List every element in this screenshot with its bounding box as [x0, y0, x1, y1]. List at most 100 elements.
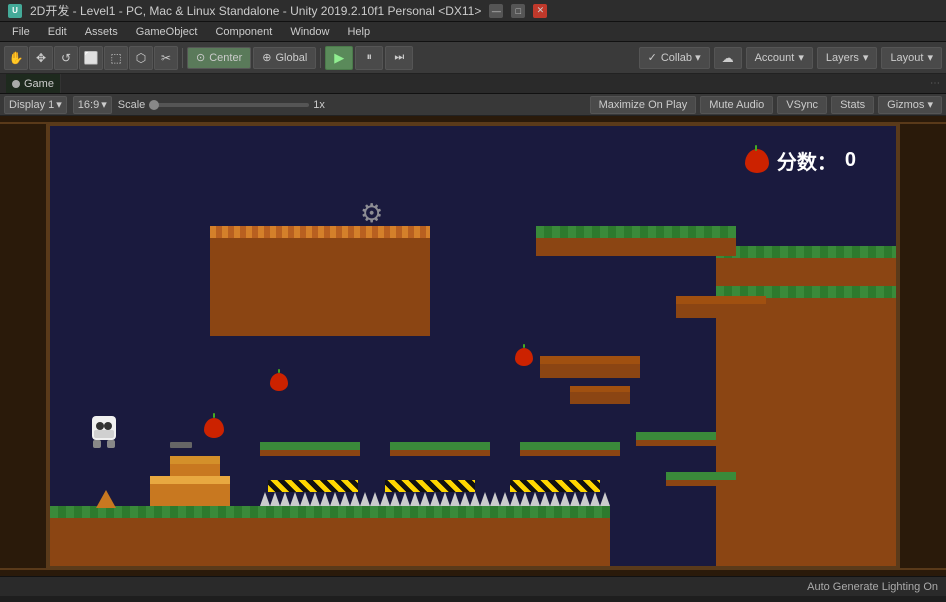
cloud-button[interactable]: ☁ — [714, 47, 742, 69]
mute-audio-button[interactable]: Mute Audio — [700, 96, 773, 114]
apple-2-stem — [278, 369, 280, 373]
account-dropdown[interactable]: Account ▾ — [746, 47, 813, 69]
sep2 — [320, 48, 321, 68]
custom-tool-button[interactable]: ✂ — [154, 46, 178, 70]
top-right-platform — [536, 226, 736, 256]
menu-assets[interactable]: Assets — [77, 23, 126, 41]
mid-lower-right — [520, 442, 620, 456]
step-button[interactable]: ⏭ — [385, 46, 413, 70]
status-bar: Auto Generate Lighting On — [0, 576, 946, 596]
scale-bar: Scale 1x — [118, 99, 325, 111]
ground-left — [50, 506, 610, 566]
apple-1-stem — [213, 413, 215, 418]
layout-label: Layout — [890, 52, 923, 64]
bottom-border — [0, 568, 946, 576]
display-select[interactable]: Display 1 ▾ — [4, 96, 67, 114]
menu-bar: File Edit Assets GameObject Component Wi… — [0, 22, 946, 42]
layout-dropdown[interactable]: Layout ▾ — [881, 47, 942, 69]
big-left-platform — [210, 226, 430, 336]
right-border — [898, 116, 946, 576]
pivot-toggle[interactable]: ⊙ Center — [187, 47, 251, 69]
maximize-on-play-button[interactable]: Maximize On Play — [590, 96, 697, 114]
box-2 — [150, 476, 230, 506]
spikes-svg — [260, 492, 610, 506]
transform-tool-button[interactable]: ⬡ — [129, 46, 153, 70]
spikes-row — [260, 492, 610, 506]
status-text: Auto Generate Lighting On — [807, 581, 938, 593]
game-expand-icon: ⋯ — [930, 78, 940, 89]
player-body — [92, 416, 116, 440]
game-canvas: 分数： 0 — [0, 116, 946, 576]
maximize-button[interactable]: □ — [511, 4, 525, 18]
close-button[interactable]: ✕ — [533, 4, 547, 18]
scale-track[interactable] — [149, 103, 309, 107]
apple-3 — [515, 348, 533, 366]
mid-center-platform — [540, 356, 640, 378]
player-right-leg — [107, 440, 115, 448]
apple-3-stem — [523, 344, 525, 348]
menu-help[interactable]: Help — [339, 23, 378, 41]
mid-lower-center — [390, 442, 490, 456]
title-text: 2D开发 - Level1 - PC, Mac & Linux Standalo… — [30, 2, 481, 19]
stripes-2 — [385, 480, 475, 492]
player-right-eye — [104, 422, 112, 430]
global-label: Global — [275, 52, 307, 64]
apple-2 — [270, 373, 288, 391]
score-display: 分数： 0 — [745, 146, 856, 175]
hand-tool-button[interactable]: ✋ — [4, 46, 28, 70]
trap-1 — [170, 442, 192, 448]
rotate-tool-button[interactable]: ↺ — [54, 46, 78, 70]
controls-right: Maximize On Play Mute Audio VSync Stats … — [590, 96, 942, 114]
scale-label: Scale — [118, 99, 146, 111]
layers-dropdown[interactable]: Layers ▾ — [817, 47, 878, 69]
right-low-platform — [666, 472, 736, 486]
score-value: 0 — [845, 149, 856, 172]
minimize-button[interactable]: — — [489, 4, 503, 18]
stripes-1 — [268, 480, 358, 492]
left-edge-platform — [96, 490, 116, 508]
game-scene: 分数： 0 — [48, 124, 898, 568]
pause-button[interactable]: ⏸ — [355, 46, 383, 70]
left-border — [0, 116, 48, 576]
sep1 — [182, 48, 183, 68]
upper-right-float — [676, 296, 766, 318]
collab-check-icon: ✓ — [648, 51, 657, 64]
global-toggle[interactable]: ⊕ Global — [253, 47, 316, 69]
menu-file[interactable]: File — [4, 23, 38, 41]
score-apple-icon — [745, 149, 769, 173]
menu-gameobject[interactable]: GameObject — [128, 23, 206, 41]
rect-tool-button[interactable]: ⬚ — [104, 46, 128, 70]
scale-thumb[interactable] — [149, 100, 159, 110]
aspect-chevron-icon: ▾ — [101, 98, 107, 111]
game-tab-label: Game — [24, 78, 54, 90]
game-tab-dot — [12, 80, 20, 88]
menu-window[interactable]: Window — [282, 23, 337, 41]
gizmos-button[interactable]: Gizmos ▾ — [878, 96, 942, 114]
display-chevron-icon: ▾ — [56, 98, 62, 111]
top-border — [0, 116, 946, 124]
menu-component[interactable]: Component — [207, 23, 280, 41]
player-left-leg — [93, 440, 101, 448]
aspect-select[interactable]: 16:9 ▾ — [73, 96, 112, 114]
layers-label: Layers — [826, 52, 859, 64]
stats-button[interactable]: Stats — [831, 96, 874, 114]
unity-icon: U — [8, 4, 22, 18]
global-icon: ⊕ — [262, 51, 271, 64]
collab-button[interactable]: ✓ Collab ▾ — [639, 47, 710, 69]
pivot-icon: ⊙ — [196, 51, 205, 64]
collab-label: Collab ▾ — [661, 51, 701, 64]
account-chevron-icon: ▾ — [798, 51, 804, 64]
player-left-eye — [96, 422, 104, 430]
move-tool-button[interactable]: ✥ — [29, 46, 53, 70]
title-bar: U 2D开发 - Level1 - PC, Mac & Linux Standa… — [0, 0, 946, 22]
apple-1 — [204, 418, 224, 438]
game-tab[interactable]: Game — [6, 74, 61, 93]
play-button[interactable]: ▶ — [325, 46, 353, 70]
scale-value: 1x — [313, 99, 325, 111]
menu-edit[interactable]: Edit — [40, 23, 75, 41]
right-mid-platform — [636, 432, 716, 446]
scale-tool-button[interactable]: ⬜ — [79, 46, 103, 70]
tool-group: ✋ ✥ ↺ ⬜ ⬚ ⬡ ✂ — [4, 46, 178, 70]
player-character — [90, 416, 118, 448]
vsync-button[interactable]: VSync — [777, 96, 827, 114]
